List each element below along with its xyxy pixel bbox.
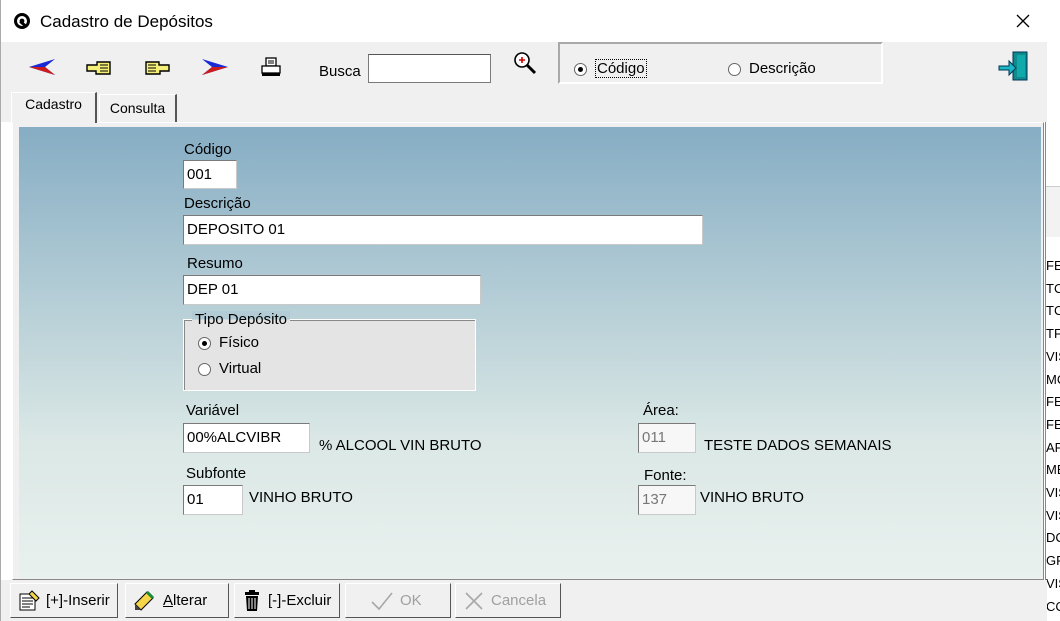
radio-selected-icon [198,336,211,350]
background-row-text: TC [1046,280,1060,296]
inserir-button[interactable]: [+]-Inserir [10,583,118,618]
subfonte-description: VINHO BRUTO [249,489,353,506]
magnifier-icon [514,52,537,75]
check-icon [371,591,393,610]
background-row-text: VIS [1046,575,1060,591]
form-area: Código 001 Descrição DEPOSITO 01 Resumo … [19,127,1041,578]
last-record-button[interactable] [199,52,231,82]
search-by-codigo-label: Código [595,59,647,78]
exit-button[interactable] [997,50,1031,84]
printer-icon [261,57,281,76]
radio-unselected-icon [728,62,741,76]
resumo-field[interactable]: DEP 01 [183,275,481,305]
tipo-virtual-option[interactable]: Virtual [198,360,261,377]
variavel-description: % ALCOOL VIN BRUTO [319,437,482,454]
tipo-fisico-label: Físico [219,334,260,351]
search-label: Busca [319,63,361,80]
search-mode-group: Código Descrição [558,42,883,84]
excluir-label: [-]-Excluir [268,592,332,609]
background-row-text: AF [1046,439,1060,455]
inserir-label: [+]-Inserir [46,592,110,609]
tipo-deposito-group: Tipo Depósito Físico Virtual [183,311,476,391]
cadastro-window: Cadastro de Depósitos Busca Código Descr… [0,0,1047,621]
fonte-description: VINHO BRUTO [700,489,804,506]
search-by-codigo-option[interactable]: Código [574,59,647,78]
toolbar: Busca Código Descrição [1,42,1047,92]
descricao-field[interactable]: DEPOSITO 01 [183,215,703,245]
window-title: Cadastro de Depósitos [40,12,213,31]
alterar-button[interactable]: Alterar [125,583,229,618]
area-description: TESTE DADOS SEMANAIS [704,437,892,454]
previous-record-button[interactable] [83,52,115,82]
radio-selected-icon [574,62,587,76]
cancela-label: Cancela [491,592,547,609]
exit-door-icon [998,51,1028,81]
background-row-text: VIS [1046,485,1060,500]
tab-consulta[interactable]: Consulta [99,94,177,122]
hand-right-icon [145,61,170,75]
cancel-x-icon [465,591,483,610]
search-by-descricao-label: Descrição [749,60,816,77]
descricao-label: Descrição [184,195,251,212]
alterar-label: Alterar [163,592,208,609]
tipo-virtual-label: Virtual [219,360,262,377]
resumo-label: Resumo [187,255,243,272]
excluir-button[interactable]: [-]-Excluir [234,583,340,618]
arrow-right-icon [202,59,228,75]
trash-icon [245,589,259,611]
search-button[interactable] [509,48,541,78]
insert-document-icon [19,589,40,610]
area-label: Área: [643,402,679,419]
background-row-text: FE [1046,258,1060,273]
background-header [1046,186,1060,237]
hand-left-icon [86,61,111,75]
background-row-text: DC [1046,530,1060,546]
ok-button[interactable]: OK [345,583,451,618]
variavel-label: Variável [186,402,240,419]
background-row-text: FE [1046,416,1060,432]
tab-cadastro[interactable]: Cadastro [11,92,97,123]
background-row-text: TF [1046,326,1060,342]
radio-unselected-icon [198,362,211,376]
codigo-label: Código [184,141,232,158]
edit-pencil-icon [134,590,155,611]
first-record-button[interactable] [26,52,58,82]
close-button[interactable] [1001,4,1045,38]
background-row-text: VIS [1046,348,1060,364]
background-row-text: GF [1046,553,1060,569]
subfonte-label: Subfonte [186,465,247,482]
tab-panel: Código 001 Descrição DEPOSITO 01 Resumo … [12,122,1044,580]
background-row-text: CC [1046,598,1060,614]
background-row-text: FE [1046,394,1060,410]
background-row-text: ME [1046,462,1060,478]
arrow-left-icon [29,59,55,75]
title-bar: Cadastro de Depósitos [1,0,1047,42]
background-window: FE TC TC TF VIS MC FE FE AF ME VIS VIS DC GF VIS CC [1046,0,1060,621]
subfonte-field[interactable]: 01 [183,485,243,515]
close-icon [1016,14,1030,28]
tab-strip: Cadastro Consulta [1,92,1047,123]
search-by-descricao-option[interactable]: Descrição [728,60,816,77]
background-row-text: TC [1046,303,1060,319]
background-row-text: VIS [1046,507,1060,523]
fonte-label: Fonte: [644,467,687,484]
ok-label: OK [400,592,422,609]
tipo-fisico-option[interactable]: Físico [198,334,259,351]
search-input[interactable] [368,54,491,83]
tipo-deposito-legend: Tipo Depósito [192,311,290,328]
background-row-text: MC [1046,371,1060,387]
fonte-field: 137 [638,485,696,515]
print-button[interactable] [255,52,287,82]
cancela-button[interactable]: Cancela [455,583,561,618]
codigo-field[interactable]: 001 [183,160,237,189]
next-record-button[interactable] [141,52,173,82]
area-field: 011 [638,423,696,453]
app-icon [14,13,30,29]
action-bar: [+]-Inserir Alterar [-]-Excluir OK Cance… [1,580,1047,621]
variavel-field[interactable]: 00%ALCVIBR [183,423,310,453]
